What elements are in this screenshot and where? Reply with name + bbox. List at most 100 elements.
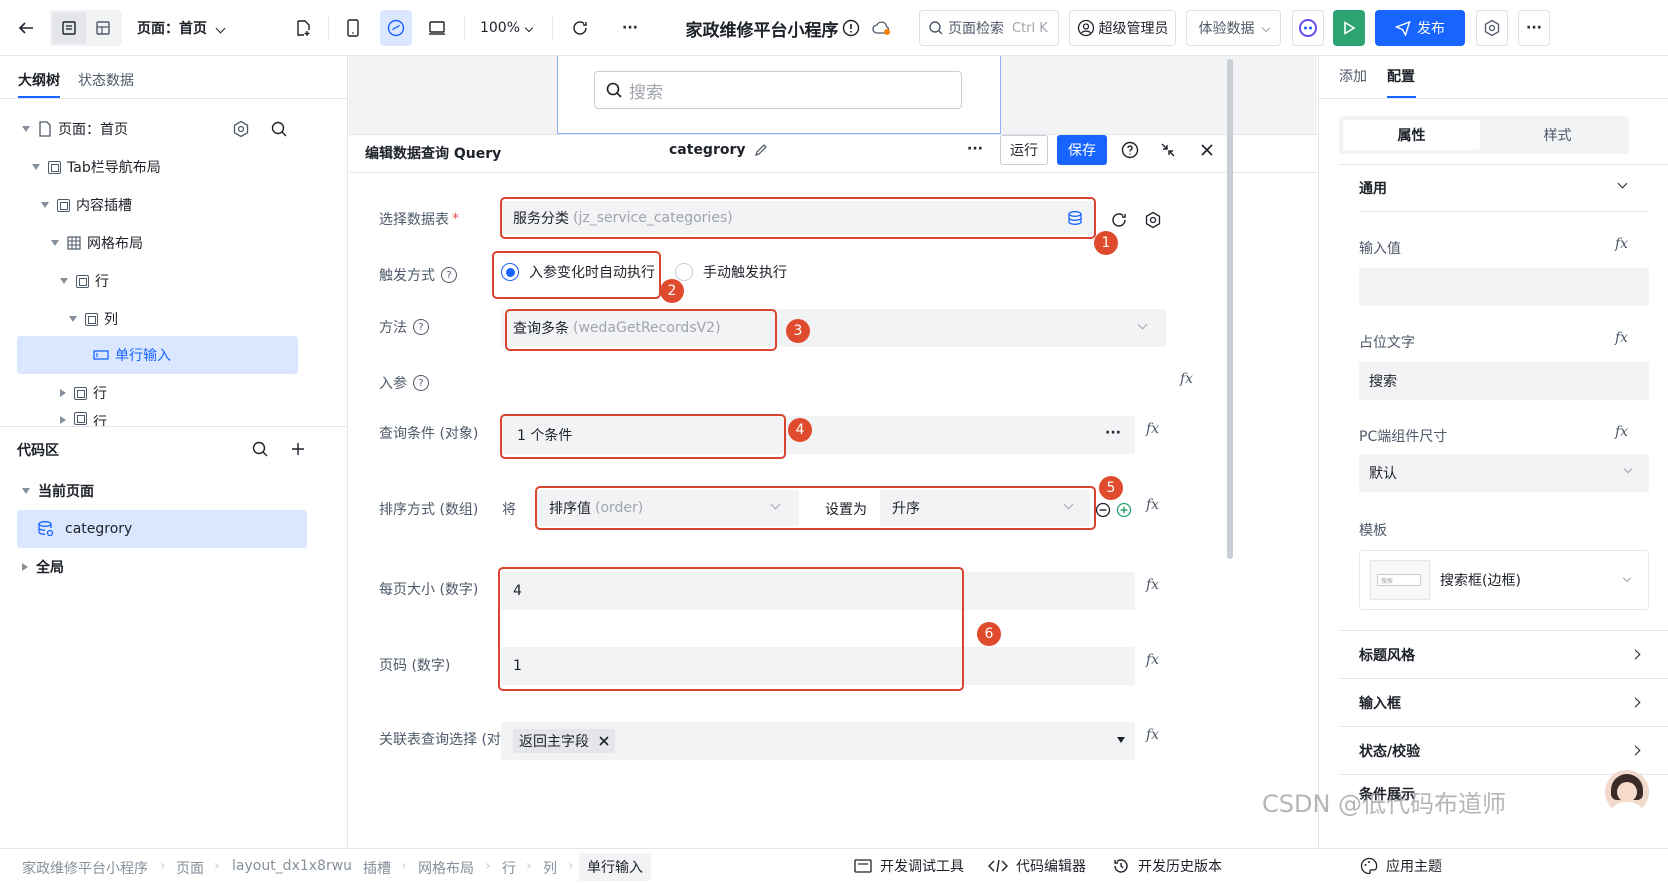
fx-icon[interactable]: fx (1615, 330, 1628, 346)
pc-size-select[interactable]: 默认 (1359, 454, 1649, 492)
more-options-button[interactable]: ··· (1518, 10, 1550, 46)
publish-button[interactable]: 发布 (1375, 10, 1465, 46)
page-view-icon[interactable] (52, 12, 86, 44)
help-circle-icon[interactable]: ? (413, 375, 429, 391)
tab-outline[interactable]: 大纲树 (18, 70, 60, 90)
settings-icon[interactable] (1476, 10, 1508, 46)
condition-more-button[interactable]: ··· (1105, 425, 1121, 441)
code-editor-button[interactable]: 代码编辑器 (988, 856, 1086, 876)
tree-item-grid-layout[interactable]: 网格布局 (51, 224, 143, 262)
refresh-table-icon[interactable] (1110, 211, 1128, 229)
mobile-device-icon[interactable] (338, 10, 368, 46)
placeholder-field[interactable]: 搜索 (1359, 362, 1649, 400)
breadcrumb-row[interactable]: 行 (502, 858, 516, 878)
tree-item-single-input[interactable]: 单行输入 (17, 336, 298, 374)
breadcrumb-slot[interactable]: 插槽 (363, 858, 391, 878)
run-query-button[interactable]: 运行 (1000, 135, 1048, 165)
tree-item-row[interactable]: 行 (60, 262, 109, 300)
grid-icon (67, 236, 81, 250)
caret-down-icon (22, 126, 30, 132)
help-circle-icon[interactable]: ? (441, 267, 457, 283)
tree-item-content-slot[interactable]: 内容插槽 (41, 186, 132, 224)
chevron-down-icon (1623, 464, 1633, 474)
refresh-icon[interactable] (566, 10, 594, 46)
current-page-group[interactable]: 当前页面 (22, 472, 94, 510)
fx-icon[interactable]: fx (1180, 371, 1193, 387)
join-select[interactable]: 返回主字段 (501, 722, 1135, 760)
tree-item-tab-layout[interactable]: Tab栏导航布局 (32, 148, 161, 186)
edit-pencil-icon[interactable] (754, 143, 768, 157)
template-select[interactable]: 搜索 搜索框(边框) (1359, 550, 1649, 610)
query-item-categrory[interactable]: categrory (17, 510, 307, 548)
theme-button[interactable]: 应用主题 (1360, 856, 1442, 876)
tab-config[interactable]: 配置 (1387, 66, 1415, 86)
desktop-device-icon[interactable] (422, 10, 452, 46)
section-validation[interactable]: 状态/校验 (1339, 726, 1668, 774)
fx-icon[interactable]: fx (1146, 727, 1159, 743)
fx-icon[interactable]: fx (1615, 424, 1628, 440)
breadcrumb-current[interactable]: 单行输入 (579, 853, 651, 881)
dev-tools-button[interactable]: 开发调试工具 (854, 856, 964, 876)
fx-icon[interactable]: fx (1146, 497, 1159, 513)
annotation-badge-2: 2 (660, 279, 684, 303)
more-menu-button[interactable]: ··· (614, 10, 646, 46)
tab-add[interactable]: 添加 (1339, 66, 1367, 86)
admin-user-button[interactable]: 超级管理员 (1069, 10, 1176, 46)
breadcrumb-app[interactable]: 家政维修平台小程序 (22, 858, 148, 878)
trigger-manual-radio[interactable]: 手动触发执行 (675, 262, 787, 282)
tab-state-data[interactable]: 状态数据 (78, 70, 134, 90)
code-search-icon[interactable] (251, 440, 269, 458)
history-button[interactable]: 开发历史版本 (1112, 856, 1222, 876)
info-icon[interactable] (840, 10, 862, 46)
run-preview-button[interactable] (1333, 10, 1365, 46)
layout-view-icon[interactable] (86, 12, 120, 44)
breadcrumb-layout[interactable]: layout_dx1x8rwu (232, 858, 352, 874)
tree-item-row[interactable]: 行 (60, 374, 107, 412)
general-section-title[interactable]: 通用 (1359, 178, 1387, 198)
section-title-style[interactable]: 标题风格 (1339, 630, 1668, 678)
fx-icon[interactable]: fx (1146, 577, 1159, 593)
remove-sort-icon[interactable] (1095, 502, 1111, 518)
fx-icon[interactable]: fx (1146, 652, 1159, 668)
ai-assistant-icon[interactable] (1292, 10, 1324, 46)
page-selector[interactable]: 页面：首页 (137, 10, 237, 46)
fx-icon[interactable]: fx (1615, 236, 1628, 252)
page-search-box[interactable]: 页面检索 Ctrl K (919, 10, 1059, 46)
miniprogram-device-icon[interactable] (380, 10, 412, 46)
tree-item-column[interactable]: 列 (69, 300, 118, 338)
breadcrumb-separator: › (346, 858, 352, 874)
zoom-selector[interactable]: 100% (476, 10, 536, 46)
tag-close-icon[interactable] (599, 736, 609, 746)
close-icon[interactable] (1199, 142, 1215, 158)
tree-item-page[interactable]: 页面：首页 (22, 110, 322, 148)
assistant-avatar[interactable] (1605, 770, 1649, 814)
placeholder-value: 搜索 (1369, 374, 1397, 390)
table-settings-icon[interactable] (1144, 211, 1162, 229)
chevron-down-icon[interactable] (1617, 178, 1628, 189)
global-group[interactable]: 全局 (22, 548, 64, 586)
input-value-field[interactable] (1359, 268, 1649, 306)
breadcrumb-column[interactable]: 列 (543, 858, 557, 878)
data-mode-selector[interactable]: 体验数据 (1186, 10, 1281, 46)
subtab-properties[interactable]: 属性 (1343, 120, 1480, 150)
breadcrumb-grid[interactable]: 网格布局 (418, 858, 474, 878)
tree-item-row[interactable]: 行 (60, 412, 107, 426)
help-icon[interactable] (1121, 141, 1139, 159)
breadcrumb-page[interactable]: 页面 (176, 858, 204, 878)
collapse-icon[interactable] (1160, 142, 1176, 158)
canvas-search-input[interactable]: 搜索 (594, 71, 962, 109)
dialog-scrollbar[interactable] (1227, 59, 1233, 559)
page-settings-icon[interactable] (232, 120, 250, 138)
add-page-icon[interactable] (290, 10, 316, 46)
add-sort-icon[interactable] (1116, 502, 1132, 518)
section-input-box[interactable]: 输入框 (1339, 678, 1668, 726)
add-code-icon[interactable] (289, 440, 307, 458)
dialog-more-button[interactable]: ··· (967, 141, 983, 157)
help-circle-icon[interactable]: ? (413, 319, 429, 335)
subtab-style[interactable]: 样式 (1489, 120, 1626, 150)
back-arrow-icon[interactable] (10, 10, 42, 46)
save-query-button[interactable]: 保存 (1057, 135, 1107, 165)
annotation-badge-3: 3 (786, 319, 810, 343)
fx-icon[interactable]: fx (1146, 421, 1159, 437)
tree-search-icon[interactable] (270, 120, 288, 138)
